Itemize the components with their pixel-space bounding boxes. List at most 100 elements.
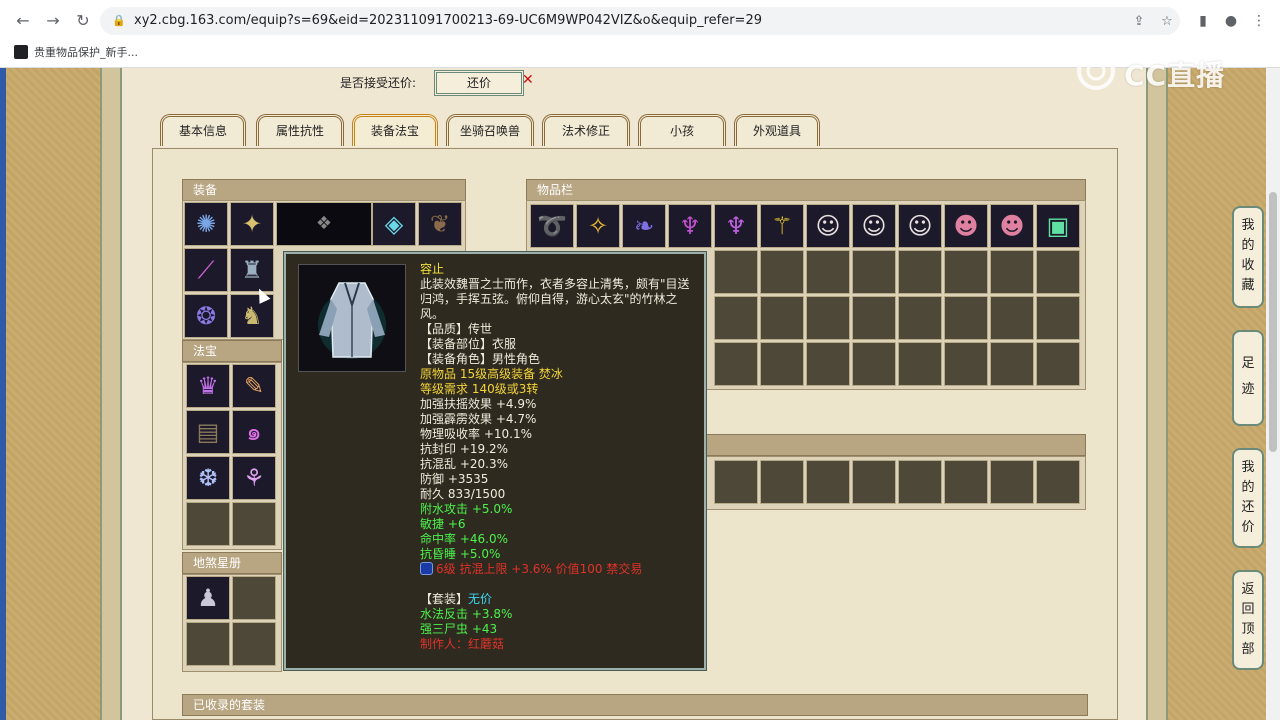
equipment-slot-wand[interactable]: ⟋ [184,248,228,292]
inventory-section-title: 物品栏 [526,179,1086,201]
back-to-top-button[interactable]: 返 回 顶 部 [1232,570,1264,670]
storage-slot-empty[interactable] [714,460,758,504]
tab-child[interactable]: 小孩 [638,114,726,146]
equipment-slot-boots[interactable]: ♞ [230,294,274,338]
inventory-slot-empty[interactable] [806,250,850,294]
bargain-button[interactable]: 还价 [434,70,524,96]
fabao-slot[interactable]: ▤ [186,410,230,454]
inventory-slot-empty[interactable] [760,342,804,386]
inventory-slot[interactable]: ✧ [576,204,620,248]
inventory-slot-empty[interactable] [806,296,850,340]
menu-icon[interactable]: ⋮ [1248,10,1270,32]
storage-slot-empty[interactable] [990,460,1034,504]
forward-icon[interactable]: → [42,10,64,32]
item-bonus-stat: 抗昏睡 +5.0% [420,547,501,561]
bookmark-item[interactable]: 贵重物品保护_新手... [14,44,138,62]
storage-slot-empty[interactable] [898,460,942,504]
inventory-slot-empty[interactable] [760,250,804,294]
inventory-slot-empty[interactable] [898,250,942,294]
fabao-slot[interactable]: ⚘ [232,456,276,500]
inventory-slot-empty[interactable] [898,342,942,386]
equipment-slot-belt[interactable]: ❂ [184,294,228,338]
inventory-slot-empty[interactable] [714,342,758,386]
scrollbar-thumb[interactable] [1269,192,1277,452]
equipment-slot-mask[interactable]: ◈ [372,202,416,246]
dishaxingce-slot-empty[interactable] [232,622,276,666]
address-bar[interactable]: 🔒 xy2.cbg.163.com/equip?s=69&eid=2023110… [100,7,1180,35]
lock-icon: 🔒 [112,14,126,27]
inventory-slot[interactable]: ☻ [944,204,988,248]
side-btn-char: 顶 [1241,622,1255,637]
dishaxingce-slot-empty[interactable] [232,576,276,620]
storage-slot-empty[interactable] [944,460,988,504]
fabao-slot[interactable]: ❆ [186,456,230,500]
footprints-button[interactable]: 足 迹 [1232,330,1264,426]
tab-mounts-summons[interactable]: 坐骑召唤兽 [446,114,534,146]
close-icon: ✕ [522,72,534,88]
inventory-slot-empty[interactable] [760,296,804,340]
inventory-slot-empty[interactable] [806,342,850,386]
sidebar-icon[interactable]: ▮ [1192,10,1214,32]
fabao-slot-empty[interactable] [232,502,276,546]
dishaxingce-slot[interactable]: ♟ [186,576,230,620]
inventory-slot[interactable]: ☺ [852,204,896,248]
equipment-slot-portrait[interactable]: ❖ [276,202,372,246]
storage-slot-empty[interactable] [1036,460,1080,504]
inventory-slot[interactable]: ♆ [714,204,758,248]
item-tooltip: 容止 此装效魏晋之士而作，衣者多容止清隽，颇有"目送 归鸿，手挥五弦。俯仰自得，… [284,252,706,670]
reload-icon[interactable]: ↻ [72,10,94,32]
back-icon[interactable]: ← [12,10,34,32]
star-icon[interactable]: ☆ [1158,13,1176,31]
tab-appearance[interactable]: 外观道具 [734,114,820,146]
fabao-slot[interactable]: ✎ [232,364,276,408]
storage-slot-empty[interactable] [806,460,850,504]
inventory-slot-empty[interactable] [714,296,758,340]
inventory-slot-empty[interactable] [852,342,896,386]
inventory-slot-empty[interactable] [990,296,1034,340]
inventory-slot[interactable]: ▣ [1036,204,1080,248]
fabao-slot[interactable]: ♛ [186,364,230,408]
dishaxingce-slot-empty[interactable] [186,622,230,666]
inventory-slot-empty[interactable] [852,250,896,294]
inventory-slot[interactable]: ☻ [990,204,1034,248]
inventory-slot[interactable]: ☺ [806,204,850,248]
fabao-slot-empty[interactable] [186,502,230,546]
item-stat: 加强霹雳效果 +4.7% [420,412,537,426]
inventory-slot-empty[interactable] [898,296,942,340]
share-icon[interactable]: ⇪ [1130,13,1148,31]
my-favorites-button[interactable]: 我 的 收 藏 [1232,206,1264,308]
profile-icon[interactable]: ● [1220,10,1242,32]
inventory-slot-empty[interactable] [944,250,988,294]
my-bargains-button[interactable]: 我 的 还 价 [1232,448,1264,548]
page-scrollbar[interactable] [1266,68,1280,720]
inventory-slot-empty[interactable] [1036,250,1080,294]
storage-slot-empty[interactable] [760,460,804,504]
fabao-slot[interactable]: ๑ [232,410,276,454]
inventory-slot[interactable]: ❧ [622,204,666,248]
item-stat: 加强扶摇效果 +4.9% [420,397,537,411]
inventory-slot-empty[interactable] [944,342,988,386]
equipment-slot-armor[interactable]: ♜ [230,248,274,292]
inventory-slot[interactable]: ♆ [668,204,712,248]
inventory-slot-empty[interactable] [1036,296,1080,340]
item-stat: 抗封印 +19.2% [420,442,508,456]
inventory-slot[interactable]: ☺ [898,204,942,248]
equipment-slot-helmet[interactable]: ✺ [184,202,228,246]
tab-equipment[interactable]: 装备法宝 [352,114,438,146]
inventory-slot-empty[interactable] [990,250,1034,294]
inventory-slot[interactable]: ➰ [530,204,574,248]
inventory-slot[interactable]: ⚚ [760,204,804,248]
inventory-slot-empty[interactable] [944,296,988,340]
equipment-slot-accessory[interactable]: ❦ [418,202,462,246]
inventory-slot-empty[interactable] [990,342,1034,386]
equipment-slot-weapon[interactable]: ✦ [230,202,274,246]
item-desc-line: 归鸿，手挥五弦。俯仰自得，游心太玄"的竹林之 [420,292,678,306]
tab-spell-correction[interactable]: 法术修正 [542,114,630,146]
storage-slot-empty[interactable] [852,460,896,504]
tab-basic-info[interactable]: 基本信息 [160,114,246,146]
tab-attributes[interactable]: 属性抗性 [256,114,344,146]
inventory-slot-empty[interactable] [714,250,758,294]
inventory-slot-empty[interactable] [1036,342,1080,386]
inventory-slot-empty[interactable] [852,296,896,340]
